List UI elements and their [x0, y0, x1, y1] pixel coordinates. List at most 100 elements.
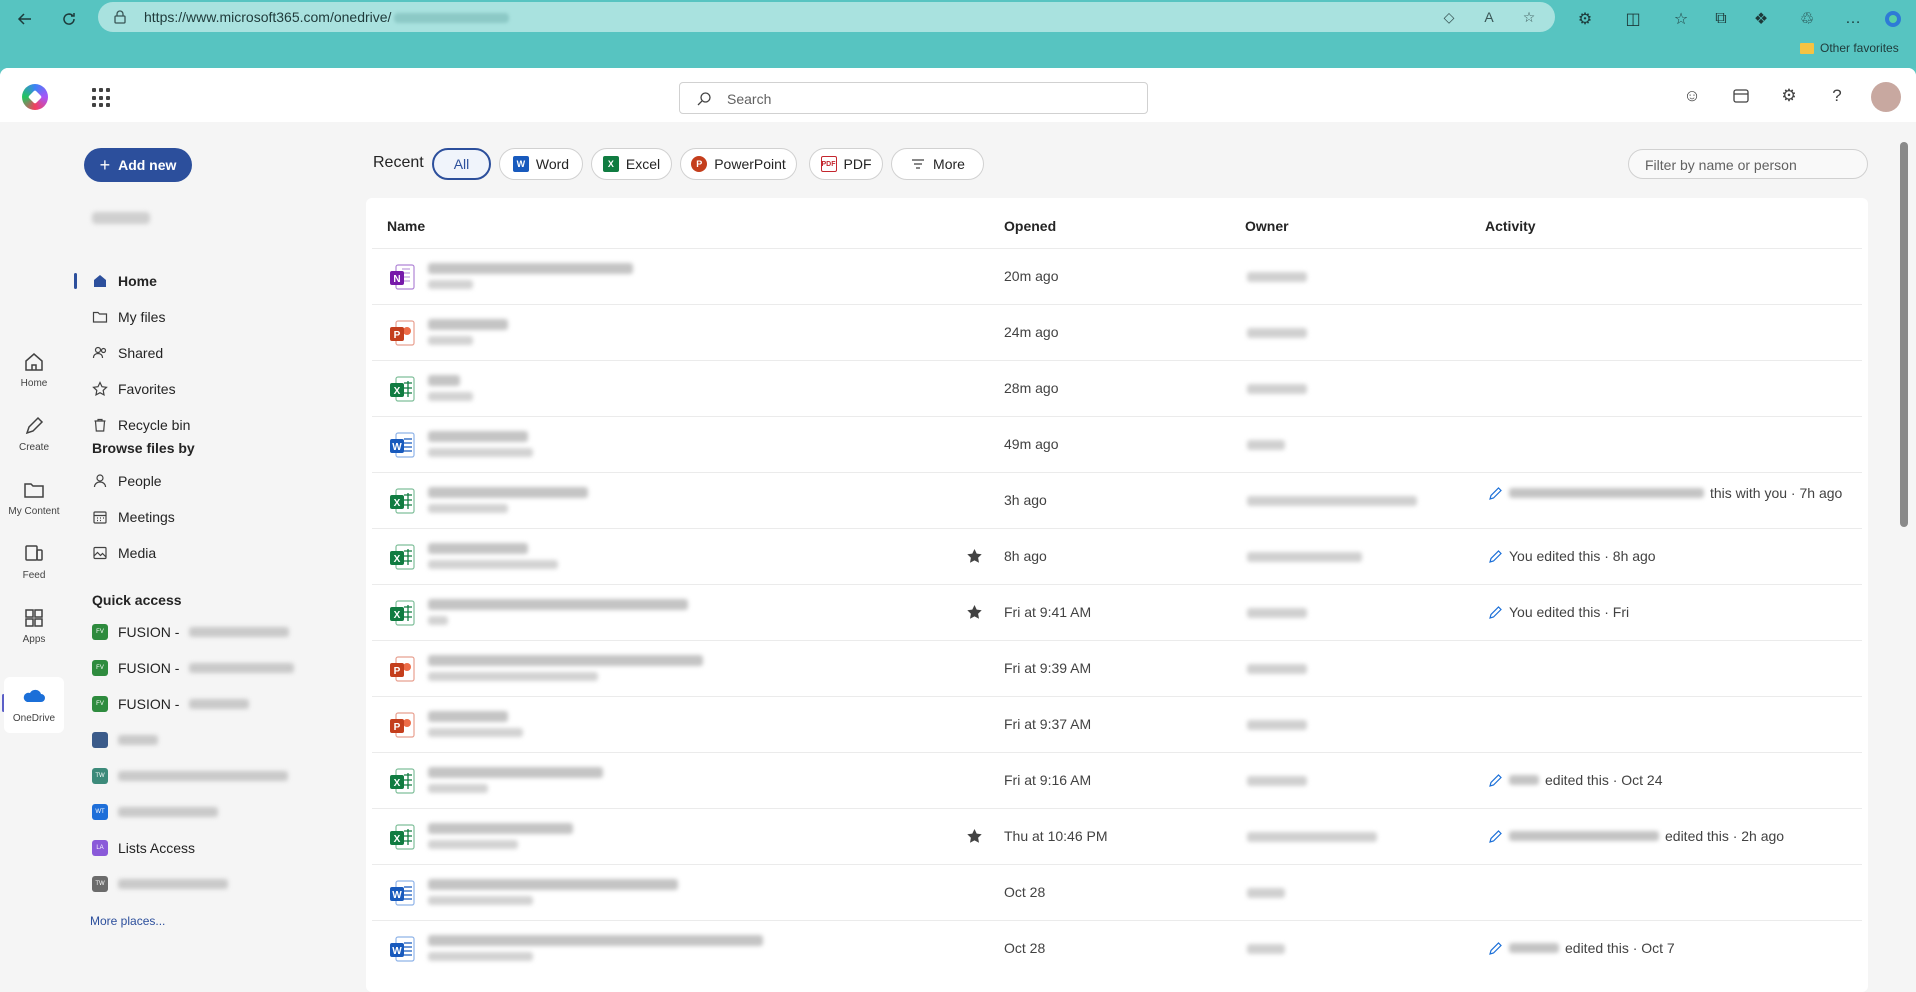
file-name[interactable]	[428, 375, 460, 386]
favorite-star-icon[interactable]	[966, 604, 983, 621]
owner-name	[1247, 720, 1307, 730]
table-row[interactable]: X 3h ago this with you · 7h ago	[372, 472, 1862, 528]
refresh-button[interactable]	[54, 4, 84, 34]
quick-access-item[interactable]: TW	[92, 765, 288, 787]
filter-powerpoint[interactable]: P PowerPoint	[680, 148, 797, 180]
pdf-icon: PDF	[820, 156, 837, 172]
avatar[interactable]	[1871, 82, 1901, 112]
table-row[interactable]: W Oct 28	[372, 864, 1862, 920]
rail-item-onedrive[interactable]: OneDrive	[4, 677, 64, 733]
file-name[interactable]	[428, 599, 688, 610]
table-row[interactable]: P Fri at 9:39 AM	[372, 640, 1862, 696]
opened-time: Fri at 9:39 AM	[1004, 660, 1092, 676]
opened-time: Oct 28	[1004, 884, 1046, 900]
powerpoint-file-icon: P	[388, 711, 416, 739]
filter-word[interactable]: W Word	[499, 148, 583, 180]
my-day-icon[interactable]	[1730, 85, 1752, 107]
file-name[interactable]	[428, 767, 603, 778]
quick-access-item[interactable]	[92, 729, 158, 751]
opened-time: Fri at 9:41 AM	[1004, 604, 1092, 620]
filter-excel[interactable]: X Excel	[591, 148, 672, 180]
favorite-star-icon[interactable]	[966, 828, 983, 845]
app-launcher-icon[interactable]	[92, 88, 112, 108]
filter-more[interactable]: More	[891, 148, 984, 180]
quick-access-item[interactable]: FV FUSION -	[92, 693, 250, 715]
other-favorites[interactable]: Other favorites	[1800, 41, 1899, 55]
address-bar[interactable]: https://www.microsoft365.com/onedrive/ ◇…	[98, 2, 1555, 32]
help-icon[interactable]: ?	[1826, 85, 1848, 107]
table-row[interactable]: X Fri at 9:41 AM You edited this · Fri	[372, 584, 1862, 640]
nav-item-shared[interactable]: Shared	[92, 342, 163, 364]
split-screen-icon[interactable]: ◫	[1618, 4, 1648, 34]
table-row[interactable]: P Fri at 9:37 AM	[372, 696, 1862, 752]
rail-item-feed[interactable]: Feed	[0, 542, 68, 581]
more-places-link[interactable]: More places...	[90, 914, 165, 928]
home-icon	[25, 353, 43, 371]
file-name[interactable]	[428, 319, 508, 330]
filter-by-name-input[interactable]: Filter by name or person	[1628, 149, 1868, 179]
nav-item-my-files[interactable]: My files	[92, 306, 165, 328]
back-button[interactable]	[10, 4, 40, 34]
file-name[interactable]	[428, 711, 508, 722]
svg-text:P: P	[394, 722, 401, 733]
add-new-label: Add new	[118, 157, 177, 173]
table-row[interactable]: X Fri at 9:16 AM edited this · Oct 24	[372, 752, 1862, 808]
scrollbar[interactable]	[1896, 122, 1912, 992]
nav-item-media[interactable]: Media	[92, 542, 156, 564]
file-name[interactable]	[428, 823, 573, 834]
file-name[interactable]	[428, 543, 528, 554]
file-name[interactable]	[428, 879, 678, 890]
nav-item-people[interactable]: People	[92, 470, 162, 492]
column-header-activity[interactable]: Activity	[1485, 218, 1536, 234]
table-row[interactable]: P 24m ago	[372, 304, 1862, 360]
table-row[interactable]: X Thu at 10:46 PM edited this · 2h ago	[372, 808, 1862, 864]
file-name[interactable]	[428, 263, 633, 274]
nav-item-meetings[interactable]: Meetings	[92, 506, 175, 528]
column-header-opened[interactable]: Opened	[1004, 218, 1056, 234]
filter-all[interactable]: All	[432, 148, 491, 180]
filter-pdf[interactable]: PDF PDF	[809, 148, 883, 180]
rail-item-my-content[interactable]: My Content	[0, 478, 68, 517]
settings-gear-icon[interactable]: ⚙	[1778, 85, 1800, 107]
read-aloud-icon[interactable]: A	[1480, 8, 1498, 26]
add-new-button[interactable]: + Add new	[84, 148, 192, 182]
search-input[interactable]: Search	[679, 82, 1148, 114]
more-menu-icon[interactable]: …	[1838, 4, 1868, 34]
favorite-star-icon[interactable]: ☆	[1520, 8, 1538, 26]
quick-access-item[interactable]: LA Lists Access	[92, 837, 195, 859]
table-row[interactable]: X 8h ago You edited this · 8h ago	[372, 528, 1862, 584]
favorite-star-icon[interactable]	[966, 548, 983, 565]
tag-icon[interactable]: ◇	[1440, 8, 1458, 26]
file-name[interactable]	[428, 655, 703, 666]
extensions-icon[interactable]: ⚙	[1570, 4, 1600, 34]
nav-item-favorites[interactable]: Favorites	[92, 378, 176, 400]
table-row[interactable]: W Oct 28 edited this · Oct 7	[372, 920, 1862, 976]
column-header-name[interactable]: Name	[387, 218, 425, 234]
table-row[interactable]: N 20m ago	[372, 248, 1862, 304]
site-badge: FV	[92, 660, 108, 676]
quick-access-item[interactable]: TW	[92, 873, 228, 895]
scrollbar-thumb[interactable]	[1900, 142, 1908, 527]
table-row[interactable]: W 49m ago	[372, 416, 1862, 472]
activity-label: edited this · Oct 24	[1545, 772, 1663, 788]
rail-item-apps[interactable]: Apps	[0, 606, 68, 645]
quick-access-item[interactable]: FV FUSION -	[92, 621, 290, 643]
file-name[interactable]	[428, 431, 528, 442]
table-row[interactable]: X 28m ago	[372, 360, 1862, 416]
microsoft365-logo-icon[interactable]	[22, 84, 48, 110]
collections-icon[interactable]: ⧉	[1706, 4, 1736, 34]
rail-item-home[interactable]: Home	[0, 350, 68, 389]
nav-item-home[interactable]: Home	[92, 270, 157, 292]
file-name[interactable]	[428, 487, 588, 498]
quick-access-item[interactable]: WT	[92, 801, 218, 823]
file-name[interactable]	[428, 935, 763, 946]
nav-item-recycle-bin[interactable]: Recycle bin	[92, 414, 190, 436]
feedback-smiley-icon[interactable]: ☺	[1681, 85, 1703, 107]
favorites-icon[interactable]: ☆	[1666, 4, 1696, 34]
copilot-icon[interactable]	[1878, 4, 1908, 34]
rail-item-create[interactable]: Create	[0, 414, 68, 453]
performance-icon[interactable]: ❖	[1746, 4, 1776, 34]
profile-sync-icon[interactable]: ♲	[1792, 4, 1822, 34]
column-header-owner[interactable]: Owner	[1245, 218, 1289, 234]
quick-access-item[interactable]: FV FUSION -	[92, 657, 295, 679]
